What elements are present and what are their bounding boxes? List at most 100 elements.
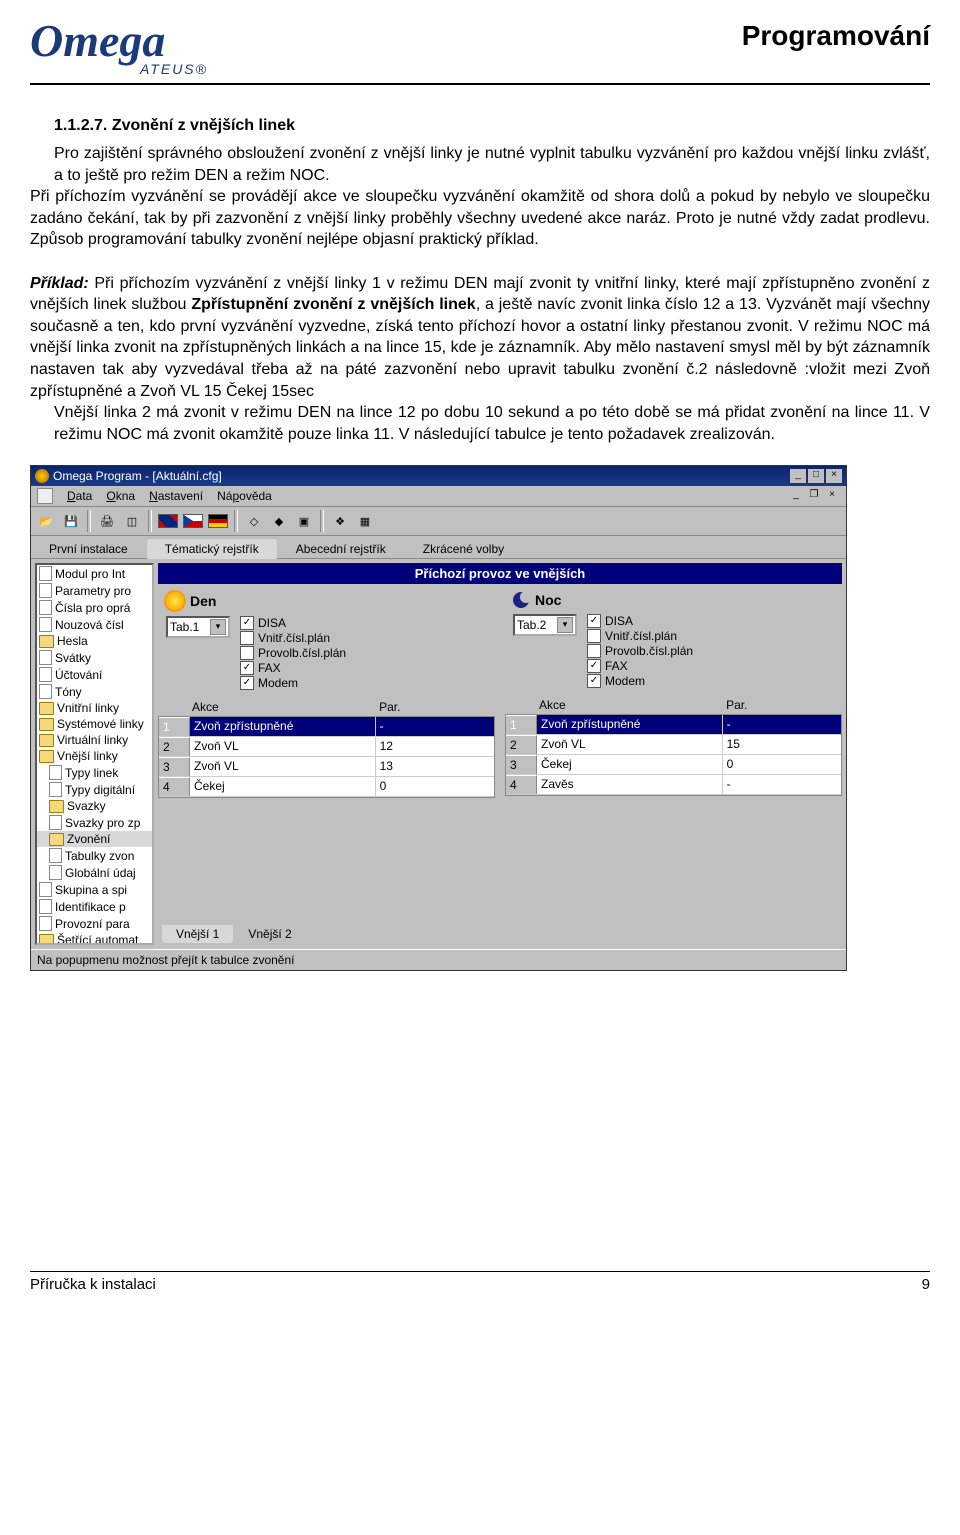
checkbox[interactable]: ✓ <box>587 674 601 688</box>
btab-vnejsi-2[interactable]: Vnější 2 <box>234 925 305 943</box>
page-header: Omega ATEUS® Programování <box>30 20 930 85</box>
noc-table-select[interactable]: Tab.2 ▾ <box>513 614 577 636</box>
tab-prvni-instalace[interactable]: První instalace <box>31 539 146 558</box>
den-column: Den Tab.1 ▾ ✓DISAVnitř.čísl.plánProvolb.… <box>158 590 495 798</box>
tree-item[interactable]: Svazky pro zp <box>37 814 152 831</box>
toolbar-btn-9[interactable]: ▦ <box>354 510 376 532</box>
checkbox[interactable]: ✓ <box>240 661 254 675</box>
tree-item[interactable]: Identifikace p <box>37 898 152 915</box>
table-row[interactable]: 2Zvoň VL15 <box>506 735 841 755</box>
noc-grid[interactable]: 1Zvoň zpřístupněné-2Zvoň VL153Čekej04Zav… <box>505 714 842 796</box>
flag-cz-button[interactable] <box>182 510 204 532</box>
tree-item[interactable]: Tóny <box>37 683 152 700</box>
checkbox-item[interactable]: Provolb.čísl.plán <box>587 644 693 658</box>
checkbox-item[interactable]: ✓Modem <box>587 674 693 688</box>
tab-tematicky-rejstrik[interactable]: Tématický rejstřík <box>147 539 277 559</box>
checkbox[interactable] <box>240 631 254 645</box>
tree-item[interactable]: Typy linek <box>37 764 152 781</box>
maximize-button[interactable]: □ <box>808 469 824 483</box>
tree-item[interactable]: Systémové linky <box>37 716 152 732</box>
tree-item[interactable]: Globální údaj <box>37 864 152 881</box>
tree-item-label: Systémové linky <box>57 717 144 731</box>
table-row[interactable]: 1Zvoň zpřístupněné- <box>159 717 494 737</box>
tree-item[interactable]: Vnitřní linky <box>37 700 152 716</box>
den-grid[interactable]: 1Zvoň zpřístupněné-2Zvoň VL123Zvoň VL134… <box>158 716 495 798</box>
checkbox-item[interactable]: Vnitř.čísl.plán <box>587 629 693 643</box>
table-row[interactable]: 1Zvoň zpřístupněné- <box>506 715 841 735</box>
tree-item[interactable]: Vnější linky <box>37 748 152 764</box>
tree-item[interactable]: Čísla pro oprá <box>37 599 152 616</box>
tree-item[interactable]: Šetřící automat <box>37 932 152 945</box>
tree-item[interactable]: Účtování <box>37 666 152 683</box>
menu-nastaveni[interactable]: Nastavení <box>149 489 203 503</box>
toolbar-btn-6[interactable]: ◆ <box>268 510 290 532</box>
flag-de-button[interactable] <box>207 510 229 532</box>
btab-vnejsi-1[interactable]: Vnější 1 <box>162 925 233 943</box>
titlebar[interactable]: Omega Program - [Aktuální.cfg] _ □ × <box>31 466 846 486</box>
checkbox[interactable]: ✓ <box>240 616 254 630</box>
flag-uk-button[interactable] <box>157 510 179 532</box>
toolbar-print-button[interactable]: 🖨 <box>96 510 118 532</box>
checkbox[interactable] <box>240 646 254 660</box>
tree-item[interactable]: Typy digitální <box>37 781 152 798</box>
tree-item[interactable]: Zvonění <box>37 831 152 847</box>
table-row[interactable]: 4Čekej0 <box>159 777 494 797</box>
checkbox[interactable] <box>587 644 601 658</box>
mdi-minimize-button[interactable]: _ <box>788 489 804 503</box>
checkbox-item[interactable]: ✓DISA <box>587 614 693 628</box>
den-checklist: ✓ DISAVnitř.čísl.plánProvolb.čísl.plán✓FA… <box>240 616 346 690</box>
menu-okna[interactable]: Okna <box>106 489 135 503</box>
toolbar-btn-7[interactable]: ▣ <box>293 510 315 532</box>
tree-item[interactable]: Nouzová čísl <box>37 616 152 633</box>
toolbar-btn-8[interactable]: ❖ <box>329 510 351 532</box>
menu-data[interactable]: Data <box>67 489 92 503</box>
checkbox[interactable] <box>587 629 601 643</box>
table-cell: 1 <box>506 715 537 734</box>
checkbox-item[interactable]: ✓FAX <box>587 659 693 673</box>
table-row[interactable]: 3Čekej0 <box>506 755 841 775</box>
page-footer: Příručka k instalaci 9 <box>30 1271 930 1293</box>
checkbox[interactable]: ✓ <box>587 614 601 628</box>
mdi-restore-button[interactable]: ❐ <box>806 489 822 503</box>
toolbar: 📂 💾 🖨 ◫ ◇ ◆ ▣ ❖ ▦ <box>31 507 846 536</box>
tree-item[interactable]: Modul pro Int <box>37 565 152 582</box>
toolbar-btn-5[interactable]: ◇ <box>243 510 265 532</box>
den-table-select[interactable]: Tab.1 ▾ <box>166 616 230 638</box>
checkbox-item[interactable]: ✓ Modem <box>240 676 346 690</box>
tab-abecedni-rejstrik[interactable]: Abecední rejstřík <box>278 539 404 558</box>
minimize-button[interactable]: _ <box>790 469 806 483</box>
checkbox-item[interactable]: ✓FAX <box>240 661 346 675</box>
page-icon <box>39 566 52 581</box>
tree-item[interactable]: Svátky <box>37 649 152 666</box>
noc-grid-header: Akce Par. <box>505 696 842 714</box>
tree-item[interactable]: Tabulky zvon <box>37 847 152 864</box>
table-row[interactable]: 3Zvoň VL13 <box>159 757 494 777</box>
tree-item-label: Virtuální linky <box>57 733 128 747</box>
tree-item[interactable]: Provozní para <box>37 915 152 932</box>
toolbar-preview-button[interactable]: ◫ <box>121 510 143 532</box>
menu-napoveda[interactable]: Nápověda <box>217 489 272 503</box>
tree-item[interactable]: Virtuální linky <box>37 732 152 748</box>
checkbox-item[interactable]: ✓ DISA <box>240 616 346 630</box>
tab-zkracene-volby[interactable]: Zkrácené volby <box>405 539 522 558</box>
checkbox-item[interactable]: Provolb.čísl.plán <box>240 646 346 660</box>
checkbox[interactable]: ✓ <box>240 676 254 690</box>
tree-item[interactable]: Hesla <box>37 633 152 649</box>
checkbox-item[interactable]: Vnitř.čísl.plán <box>240 631 346 645</box>
mdi-close-button[interactable]: × <box>824 489 840 503</box>
checkbox-label: DISA <box>258 616 286 630</box>
toolbar-save-button[interactable]: 💾 <box>60 510 82 532</box>
mdi-system-icon[interactable] <box>37 488 53 504</box>
footer-page-number: 9 <box>922 1276 930 1293</box>
tree-item[interactable]: Parametry pro <box>37 582 152 599</box>
checkbox[interactable]: ✓ <box>587 659 601 673</box>
table-row[interactable]: 4Zavěs- <box>506 775 841 795</box>
sidebar-tree[interactable]: Modul pro IntParametry proČísla pro oprá… <box>35 563 154 945</box>
checkbox-label: Modem <box>258 676 298 690</box>
close-button[interactable]: × <box>826 469 842 483</box>
tree-item-label: Zvonění <box>67 832 110 846</box>
tree-item[interactable]: Skupina a spi <box>37 881 152 898</box>
toolbar-open-button[interactable]: 📂 <box>35 510 57 532</box>
table-row[interactable]: 2Zvoň VL12 <box>159 737 494 757</box>
tree-item[interactable]: Svazky <box>37 798 152 814</box>
